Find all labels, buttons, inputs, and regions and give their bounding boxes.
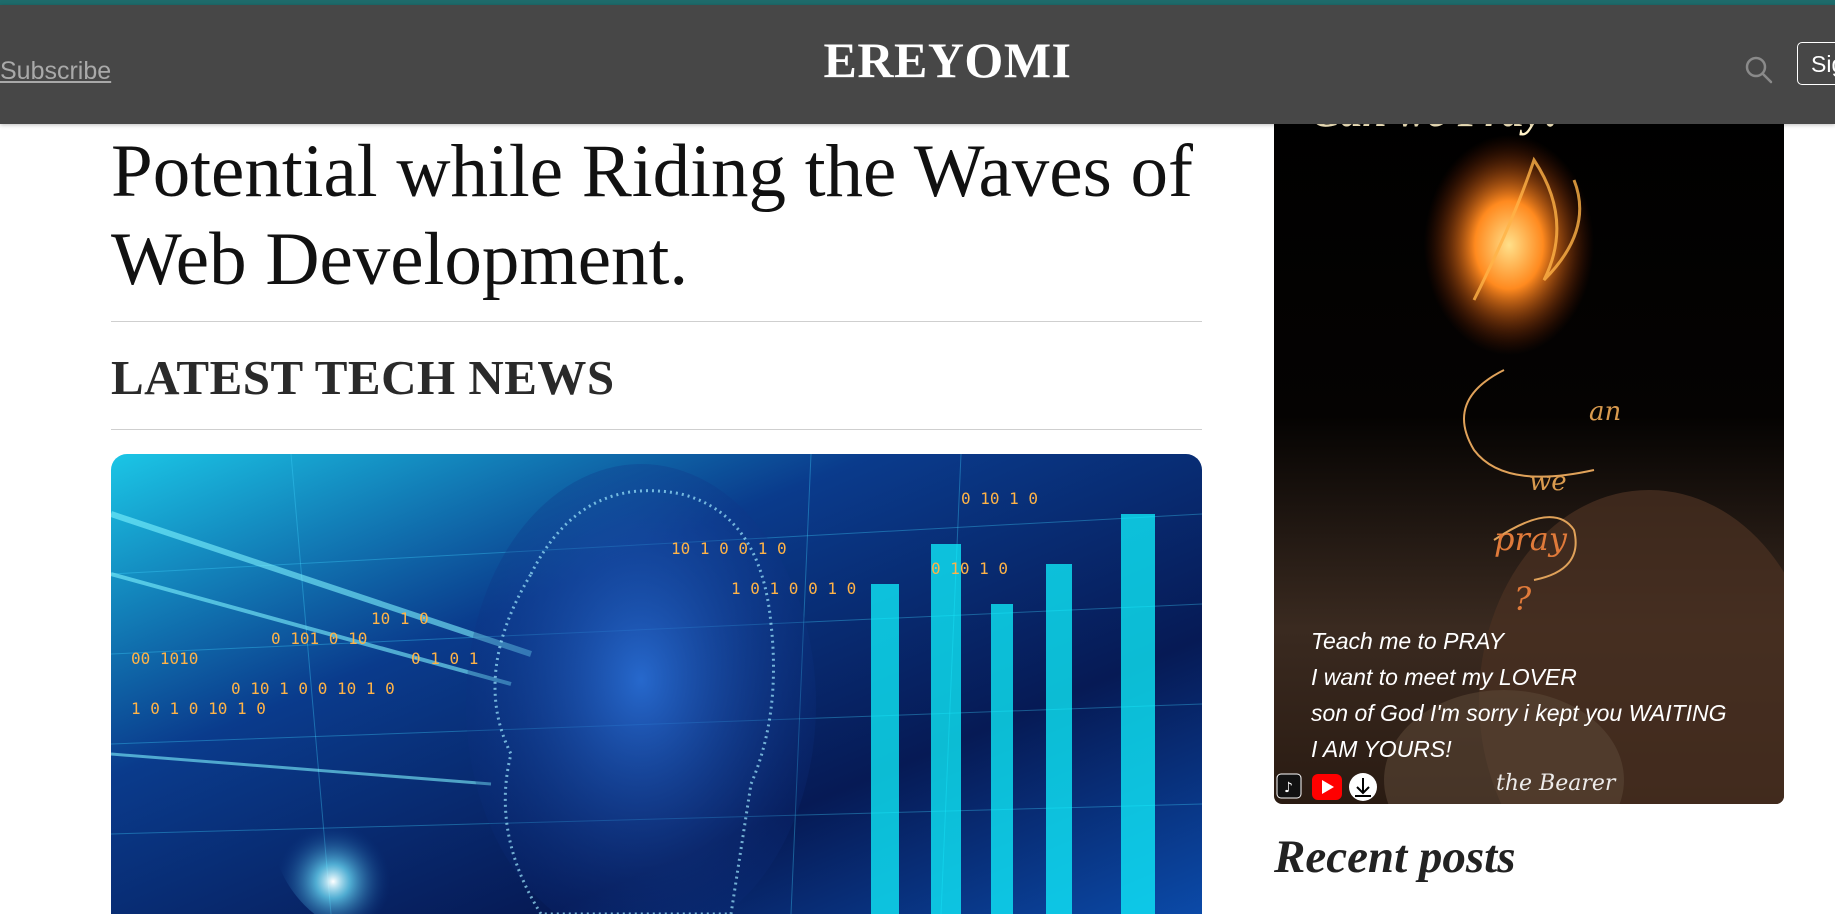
divider — [111, 429, 1202, 430]
ai-head-illustration: 0 10 1 0 10 1 0 0 1 0 00 1010 0 101 0 10… — [111, 454, 1202, 914]
svg-text:0 101 0 10: 0 101 0 10 — [271, 629, 367, 648]
sign-in-button[interactable]: Sign in — [1797, 42, 1835, 85]
site-title[interactable]: EREYOMI — [0, 31, 1835, 89]
recent-posts-heading: Recent posts — [1274, 831, 1516, 883]
svg-text:0 10 1 0: 0 10 1 0 — [961, 489, 1038, 508]
svg-text:0 10 1 0 0 10 1 0: 0 10 1 0 0 10 1 0 — [231, 679, 395, 698]
ad-artwork: an we pray ? ♪ the Bearer — [1274, 100, 1784, 804]
ad-line-2: I want to meet my LOVER — [1311, 664, 1577, 690]
svg-text:1 0 1 0 10 1 0: 1 0 1 0 10 1 0 — [131, 699, 266, 718]
svg-text:1 0 1 0 0 1 0: 1 0 1 0 0 1 0 — [731, 579, 856, 598]
ad-line-4: I AM YOURS! — [1311, 736, 1452, 762]
prayer-ad-banner[interactable]: an we pray ? ♪ the Bearer — [1274, 100, 1784, 804]
search-icon[interactable] — [1744, 55, 1774, 85]
svg-text:00 1010: 00 1010 — [131, 649, 198, 668]
svg-text:10 1 0: 10 1 0 — [371, 609, 429, 628]
svg-text:10 1 0 0 1 0: 10 1 0 0 1 0 — [671, 539, 787, 558]
svg-text:0 10 1 0: 0 10 1 0 — [931, 559, 1008, 578]
site-header: Subscribe EREYOMI Sign in — [0, 5, 1835, 124]
svg-text:the Bearer: the Bearer — [1496, 771, 1617, 796]
post-title: Potential while Riding the Waves of Web … — [111, 130, 1194, 301]
ad-line-3: son of God I'm sorry i kept you WAITING — [1311, 700, 1727, 726]
svg-text:?: ? — [1514, 580, 1532, 618]
svg-text:we: we — [1529, 467, 1567, 497]
section-heading: LATEST TECH NEWS — [111, 350, 615, 405]
svg-text:0 1 0 1: 0 1 0 1 — [411, 649, 478, 668]
ad-line-1: Teach me to PRAY — [1311, 628, 1505, 654]
featured-image[interactable]: 0 10 1 0 10 1 0 0 1 0 00 1010 0 101 0 10… — [111, 454, 1202, 914]
svg-text:♪: ♪ — [1284, 780, 1293, 796]
divider — [111, 321, 1202, 322]
svg-text:pray: pray — [1494, 520, 1568, 558]
svg-text:an: an — [1589, 397, 1621, 427]
